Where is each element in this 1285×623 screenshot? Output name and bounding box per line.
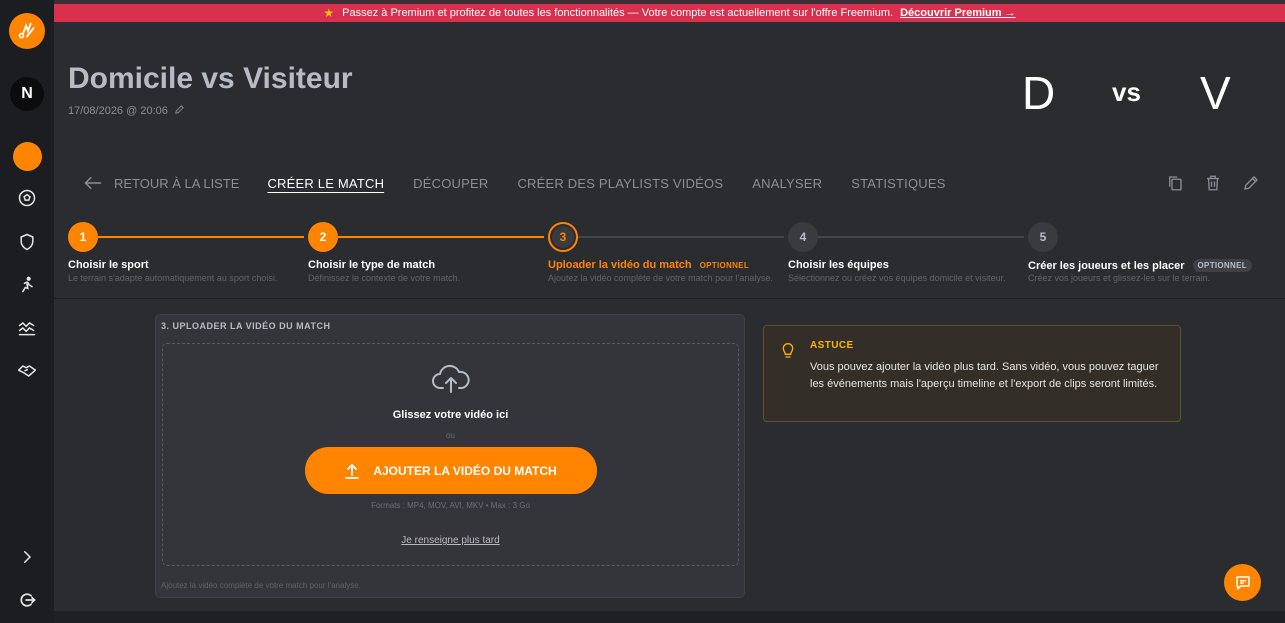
tab-analyze[interactable]: ANALYSER — [752, 176, 822, 191]
avatar-initial: N — [21, 85, 33, 102]
cloud-upload-icon — [431, 364, 471, 401]
tab-playlists[interactable]: CRÉER DES PLAYLISTS VIDÉOS — [517, 176, 723, 191]
step-1-desc: Le terrain s'adapte automatiquement au s… — [68, 273, 278, 283]
step-3-title: Uploader la vidéo du match OPTIONNEL — [548, 259, 749, 271]
sidebar: N — [0, 0, 54, 623]
step-3-desc: Ajoutez la vidéo complète de votre match… — [548, 273, 773, 283]
trash-icon[interactable] — [1202, 172, 1224, 194]
back-label: RETOUR À LA LISTE — [114, 175, 240, 191]
tab-statistics[interactable]: STATISTIQUES — [851, 176, 945, 191]
or-separator: ou — [446, 431, 455, 440]
pencil-edit-icon[interactable] — [1240, 172, 1262, 194]
video-dropzone[interactable]: Glissez votre vidéo ici ou AJOUTER LA VI… — [162, 343, 739, 566]
back-to-list-button[interactable]: RETOUR À LA LISTE — [84, 176, 239, 191]
chat-bubble-icon — [1235, 575, 1250, 590]
section-divider — [54, 298, 1285, 299]
app-root: N ★ Passez à Premium et profitez de tout… — [0, 0, 1285, 623]
edit-date-pencil-icon[interactable] — [174, 104, 185, 118]
away-team-initial: V — [1200, 67, 1231, 119]
star-icon: ★ — [323, 6, 335, 20]
step-connector — [98, 236, 304, 238]
tip-box: ASTUCE Vous pouvez ajouter la vidéo plus… — [763, 325, 1181, 422]
step-3-title-text: Uploader la vidéo du match — [548, 259, 692, 271]
step-2-title: Choisir le type de match — [308, 259, 435, 271]
tab-create-match[interactable]: CRÉER LE MATCH — [267, 176, 384, 191]
step-connector — [818, 236, 1024, 238]
step-1-circle[interactable]: 1 — [68, 222, 98, 252]
match-nav: RETOUR À LA LISTE CRÉER LE MATCH DÉCOUPE… — [84, 172, 975, 194]
premium-banner: ★ Passez à Premium et profitez de toutes… — [54, 0, 1285, 22]
drop-text: Glissez votre vidéo ici — [392, 409, 509, 421]
formats-hint: Formats : MP4, MOV, AVI, MKV • Max : 3 G… — [371, 501, 530, 510]
app-logo-icon[interactable] — [9, 13, 45, 49]
runner-icon[interactable] — [10, 268, 44, 302]
banner-message: Passez à Premium et profitez de toutes l… — [342, 7, 894, 19]
step-2-circle[interactable]: 2 — [308, 222, 338, 252]
optional-badge: OPTIONNEL — [1192, 259, 1252, 272]
shield-icon[interactable] — [10, 225, 44, 259]
discover-premium-link[interactable]: Découvrir Premium → — [900, 7, 1016, 19]
add-video-label: AJOUTER LA VIDÉO DU MATCH — [373, 463, 557, 478]
status-dot-icon[interactable] — [13, 142, 42, 171]
match-date-text: 17/08/2026 @ 20:06 — [68, 105, 168, 117]
step-connector — [578, 236, 784, 238]
match-date: 17/08/2026 @ 20:06 — [68, 104, 185, 118]
main-content: Domicile vs Visiteur 17/08/2026 @ 20:06 … — [54, 22, 1285, 623]
step-3-circle[interactable]: 3 — [548, 222, 578, 252]
home-team-initial: D — [1022, 67, 1056, 119]
logout-icon[interactable] — [10, 583, 44, 617]
tip-text: Vous pouvez ajouter la vidéo plus tard. … — [810, 361, 1159, 390]
step-1-title: Choisir le sport — [68, 259, 149, 271]
optional-badge: OPTIONNEL — [699, 260, 750, 270]
upload-card: 3. UPLOADER LA VIDÉO DU MATCH Glissez vo… — [155, 314, 745, 598]
tip-title: ASTUCE — [810, 340, 854, 351]
chat-button[interactable] — [1224, 564, 1261, 601]
add-match-video-button[interactable]: AJOUTER LA VIDÉO DU MATCH — [305, 447, 597, 494]
step-5-circle[interactable]: 5 — [1028, 222, 1058, 252]
match-actions — [1164, 172, 1262, 194]
step-5-desc: Créez vos joueurs et glissez-les sur le … — [1028, 273, 1211, 283]
lightbulb-icon — [780, 342, 796, 365]
step-5-title: Créer les joueurs et les placer OPTIONNEL — [1028, 259, 1252, 272]
tab-cut[interactable]: DÉCOUPER — [413, 176, 488, 191]
user-avatar[interactable]: N — [10, 77, 44, 111]
stats-wave-icon[interactable] — [10, 311, 44, 345]
skip-for-later-link[interactable]: Je renseigne plus tard — [163, 535, 738, 546]
step-5-title-text: Créer les joueurs et les placer — [1028, 259, 1185, 272]
step-2-title-text: Choisir le type de match — [308, 259, 436, 271]
step-4-desc: Sélectionnez ou créez vos équipes domici… — [788, 273, 1006, 283]
bottom-bar — [54, 611, 1285, 623]
step-4-circle[interactable]: 4 — [788, 222, 818, 252]
copy-icon[interactable] — [1164, 172, 1186, 194]
arrow-left-icon — [84, 177, 102, 189]
upload-arrow-icon — [345, 463, 360, 479]
page-title: Domicile vs Visiteur — [68, 62, 353, 95]
step-2-desc: Définissez le contexte de votre match. — [308, 273, 461, 283]
upload-card-title: 3. UPLOADER LA VIDÉO DU MATCH — [161, 321, 331, 331]
upload-card-footer: Ajoutez la vidéo complète de votre match… — [161, 581, 361, 590]
step-1-title-text: Choisir le sport — [68, 259, 149, 271]
step-4-title-text: Choisir les équipes — [788, 259, 889, 271]
handshake-icon[interactable] — [10, 354, 44, 388]
stepper: 1 Choisir le sport Le terrain s'adapte a… — [54, 222, 1285, 292]
expand-chevron-icon[interactable] — [10, 540, 44, 574]
step-4-title: Choisir les équipes — [788, 259, 889, 271]
step-connector — [338, 236, 544, 238]
vs-label: vs — [1112, 77, 1141, 107]
football-icon[interactable] — [10, 181, 44, 215]
